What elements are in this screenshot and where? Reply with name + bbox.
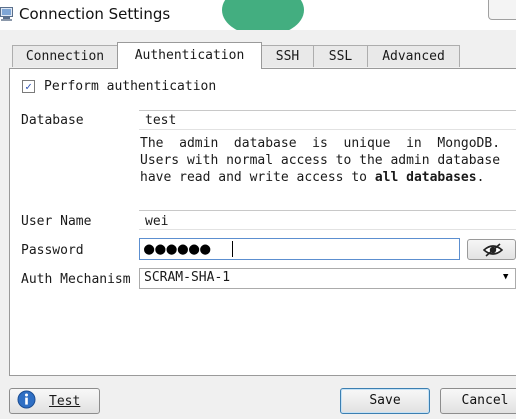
admin-note-line-3: have read and write access to all databa… (140, 169, 484, 186)
tab-ssl[interactable]: SSL (313, 45, 368, 67)
username-label: User Name (21, 214, 92, 229)
info-icon (17, 390, 36, 409)
username-value: wei (145, 214, 169, 229)
cancel-button[interactable]: Cancel (440, 388, 516, 414)
close-button[interactable] (488, 0, 516, 20)
admin-note-prefix: have read and write access to (140, 170, 375, 185)
title-bar: Connection Settings (0, 0, 516, 30)
admin-note-line-1: The admin database is unique in MongoDB. (140, 136, 501, 151)
username-field[interactable] (139, 210, 516, 230)
title-background-decoration (222, 0, 304, 30)
admin-note-bold: all databases (374, 170, 477, 185)
tab-authentication[interactable]: Authentication (117, 42, 262, 69)
auth-mechanism-label: Auth Mechanism (21, 272, 131, 287)
password-label: Password (21, 243, 84, 258)
monitor-icon (0, 7, 13, 21)
admin-note-line-2: Users with normal access to the admin da… (140, 153, 501, 168)
database-field[interactable] (139, 110, 516, 130)
eye-icon (483, 243, 503, 257)
dropdown-arrow-icon[interactable]: ▼ (503, 272, 508, 282)
database-label: Database (21, 113, 84, 128)
tab-advanced[interactable]: Advanced (367, 45, 460, 67)
text-caret (232, 241, 233, 257)
tab-connection[interactable]: Connection (12, 45, 118, 67)
admin-note-suffix: . (476, 170, 485, 185)
checkmark-icon: ✓ (25, 80, 32, 93)
database-value: test (145, 113, 177, 128)
auth-mechanism-value: SCRAM-SHA-1 (144, 270, 231, 285)
save-button[interactable]: Save (340, 388, 430, 414)
tab-bar: Connection Authentication SSH SSL Advanc… (0, 30, 516, 69)
window-title: Connection Settings (19, 5, 171, 23)
test-button-label: Test (49, 394, 81, 409)
password-value: ●●●●●● (144, 239, 212, 259)
perform-authentication-label: Perform authentication (44, 79, 217, 94)
perform-authentication-checkbox[interactable]: ✓ (22, 80, 35, 93)
show-password-button[interactable] (467, 239, 516, 260)
tab-ssh[interactable]: SSH (261, 45, 314, 67)
